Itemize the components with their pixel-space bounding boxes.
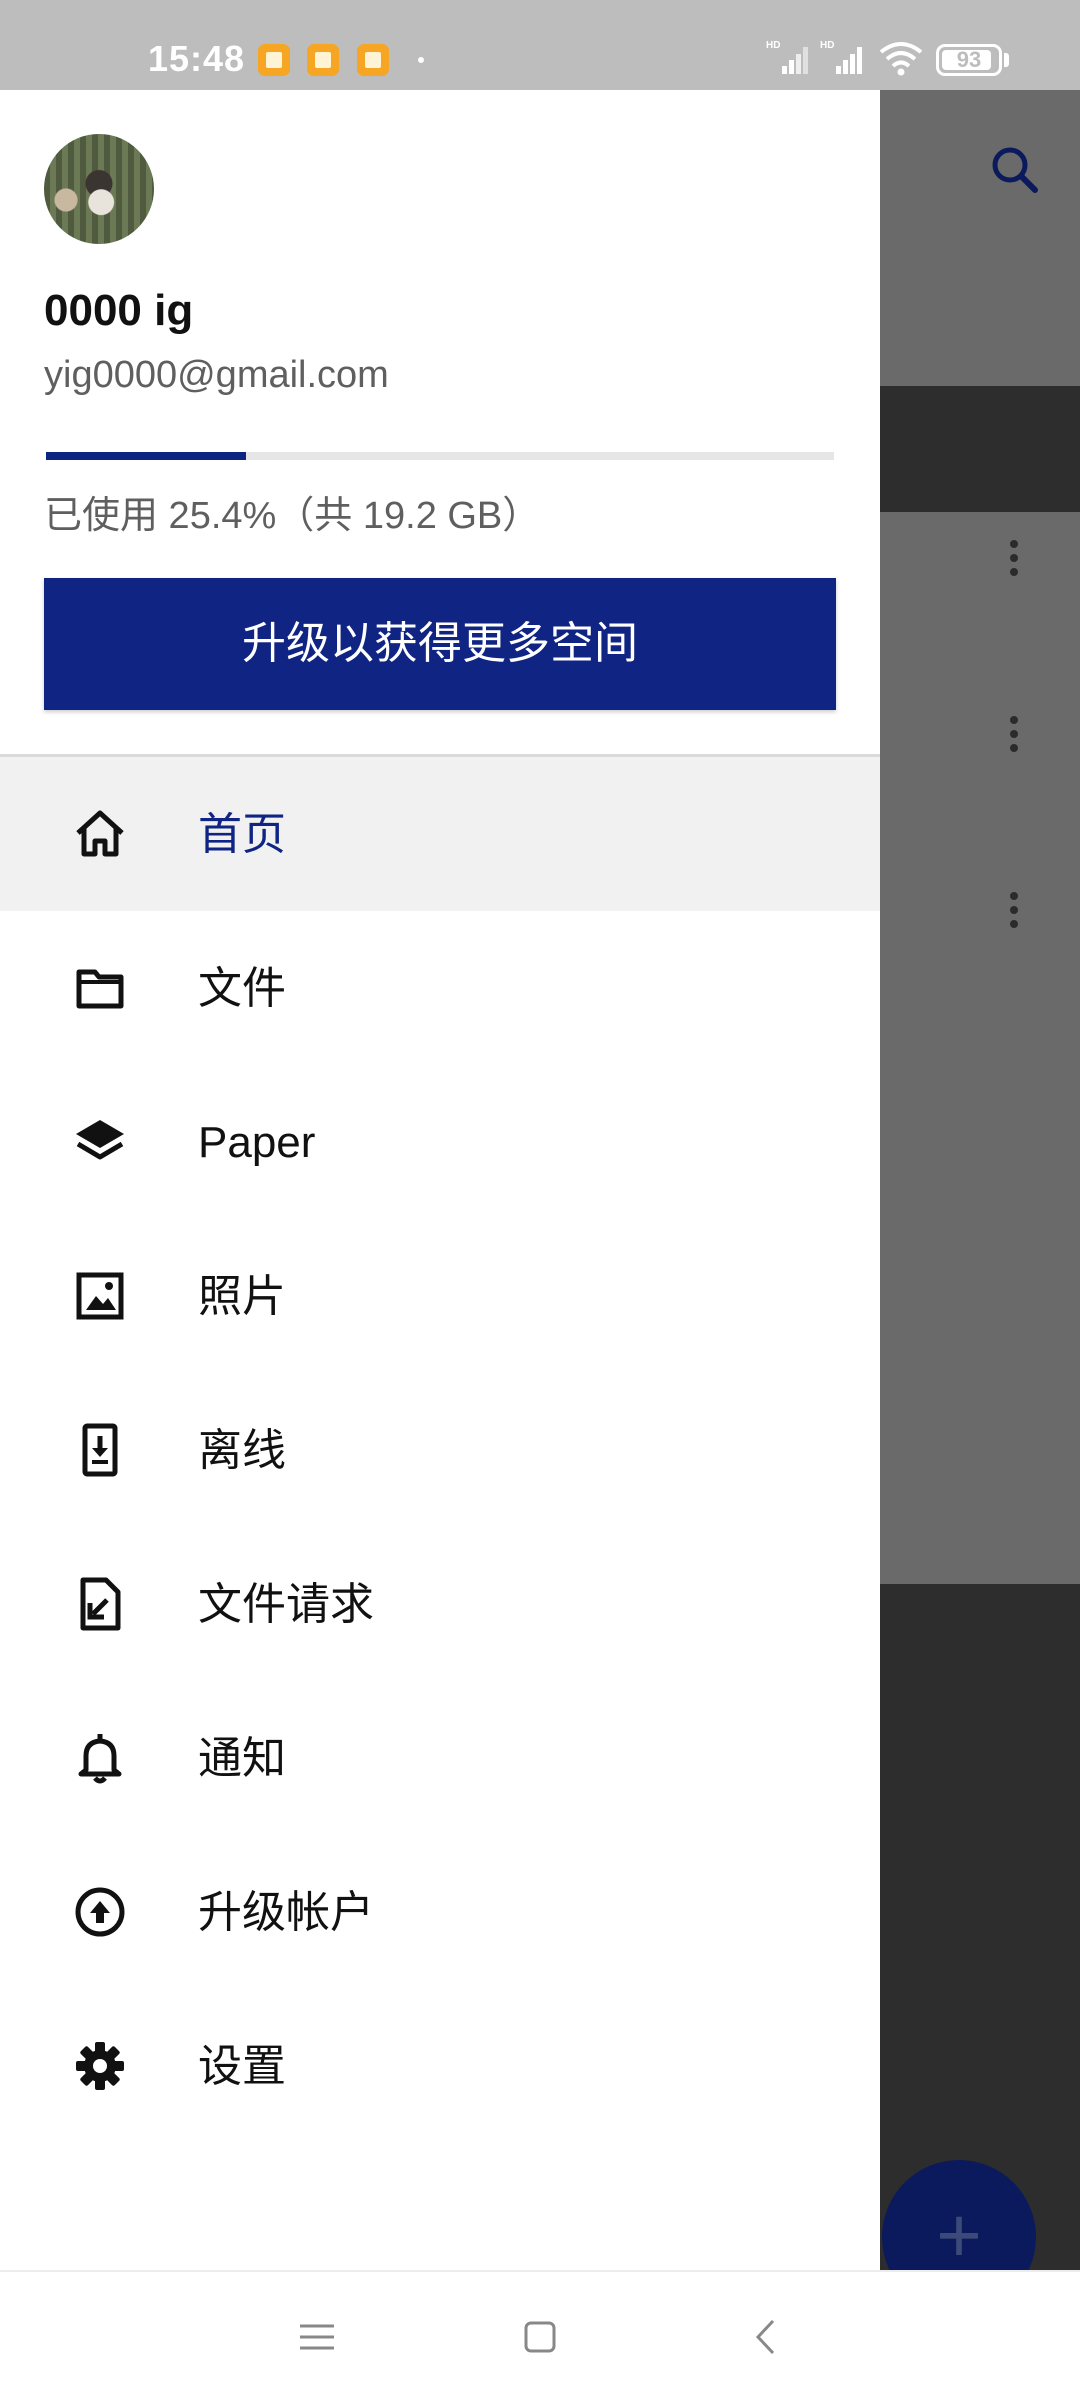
avatar[interactable] — [44, 134, 154, 244]
navigation-drawer: 0000 ig yig0000@gmail.com 已使用 25.4%（共 19… — [0, 90, 880, 2270]
gear-icon — [72, 2038, 128, 2094]
battery-icon: 93 — [936, 44, 1002, 76]
storage-usage-bar — [46, 452, 834, 460]
user-email: yig0000@gmail.com — [44, 354, 389, 396]
menu-item-notifications[interactable]: 通知 — [0, 1681, 880, 1835]
menu-item-label: 离线 — [198, 1426, 286, 1475]
more-vert-icon — [1000, 534, 1028, 594]
more-vert-icon — [1000, 886, 1028, 946]
upgrade-arrow-icon — [72, 1884, 128, 1940]
screen: + 15:48 HD HD 93 0000 ig yig0000@gmail.c… — [0, 0, 1080, 2400]
menu-item-settings[interactable]: 设置 — [0, 1989, 880, 2143]
home-nav-icon[interactable] — [515, 2312, 565, 2362]
notification-app-icon — [357, 44, 389, 76]
menu-item-label: 文件 — [198, 964, 286, 1013]
notification-app-icon — [258, 44, 290, 76]
more-vert-icon — [1000, 710, 1028, 770]
back-nav-icon[interactable] — [742, 2312, 792, 2362]
menu-item-label: 升级帐户 — [198, 1888, 374, 1937]
status-time: 15:48 — [148, 38, 246, 79]
more-notifications-dot — [418, 57, 424, 63]
offline-device-icon — [72, 1422, 128, 1478]
battery-tip — [1004, 53, 1009, 67]
paper-layers-icon — [72, 1114, 128, 1170]
menu-item-offline[interactable]: 离线 — [0, 1373, 880, 1527]
menu-item-label: 文件请求 — [198, 1580, 374, 1629]
folder-icon — [72, 960, 128, 1016]
notification-app-icon — [307, 44, 339, 76]
menu-item-home[interactable]: 首页 — [0, 757, 880, 911]
status-bar: 15:48 HD HD 93 — [0, 0, 1080, 90]
menu-item-files[interactable]: 文件 — [0, 911, 880, 1065]
menu-item-photos[interactable]: 照片 — [0, 1219, 880, 1373]
menu-item-paper[interactable]: Paper — [0, 1065, 880, 1219]
search-icon — [992, 147, 1038, 193]
storage-usage-text: 已使用 25.4%（共 19.2 GB） — [44, 495, 541, 537]
upgrade-space-button[interactable]: 升级以获得更多空间 — [44, 578, 836, 710]
svg-text:HD: HD — [766, 40, 780, 51]
menu-item-label: 设置 — [198, 2042, 286, 2091]
menu-item-label: 首页 — [198, 810, 286, 859]
bell-icon — [72, 1730, 128, 1786]
menu-item-upgrade-account[interactable]: 升级帐户 — [0, 1835, 880, 1989]
battery-level: 93 — [956, 47, 982, 72]
storage-usage-fill — [46, 452, 247, 460]
home-icon — [72, 806, 128, 862]
menu-item-file-requests[interactable]: 文件请求 — [0, 1527, 880, 1681]
drawer-menu: 首页 文件 Paper 照片 离线 文件请求 通知 升级帐户 设置 — [0, 757, 880, 2143]
menu-item-label: 通知 — [198, 1734, 286, 1783]
svg-text:HD: HD — [820, 40, 834, 51]
system-nav-bar — [0, 2270, 1080, 2400]
menu-item-label: 照片 — [198, 1272, 286, 1321]
menu-nav-icon[interactable] — [292, 2312, 342, 2362]
hd-signal-icon: HD — [820, 40, 862, 74]
menu-item-label: Paper — [198, 1118, 316, 1167]
photo-icon — [72, 1268, 128, 1324]
hd-signal-icon: HD — [766, 40, 808, 74]
file-request-icon — [72, 1576, 128, 1632]
wifi-icon — [879, 42, 923, 76]
user-name: 0000 ig — [44, 286, 194, 335]
